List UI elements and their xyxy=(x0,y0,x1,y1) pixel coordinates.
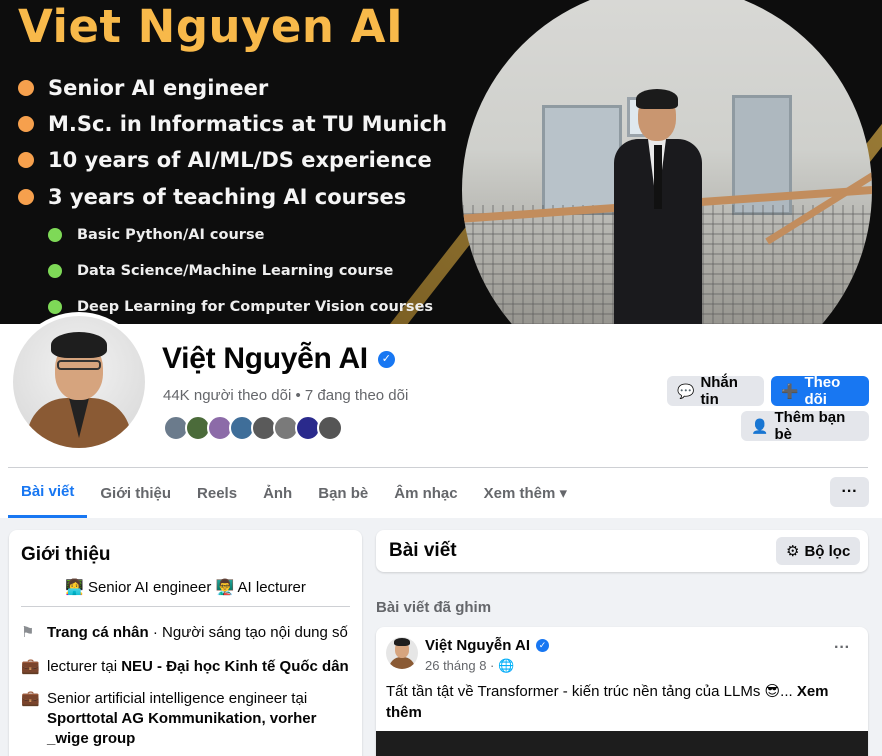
message-button[interactable]: 💬 Nhắn tin xyxy=(667,374,764,408)
bullet-dot-icon xyxy=(48,264,62,278)
post-author: Việt Nguyễn AI ✓ xyxy=(425,637,550,654)
intro-divider xyxy=(21,606,350,607)
intro-row-page: ⚑ Trang cá nhân · Người sáng tạo nội dun… xyxy=(21,624,348,641)
bullet-dot-icon xyxy=(18,80,34,96)
friend-avatar[interactable] xyxy=(317,415,343,441)
follower-count[interactable]: 44K người theo dõi • 7 đang theo dõi xyxy=(163,387,408,404)
posts-title: Bài viết xyxy=(389,540,457,561)
friend-avatars[interactable] xyxy=(163,415,343,441)
profile-name-row: Việt Nguyễn AI ✓ xyxy=(162,342,395,376)
intro-bio: 👩‍💻 Senior AI engineer 👨‍🏫 AI lecturer xyxy=(65,579,306,596)
cover-bullet: 3 years of teaching AI courses xyxy=(18,185,406,209)
post-author-avatar[interactable] xyxy=(386,637,418,669)
tab-about[interactable]: Giới thiệu xyxy=(87,468,184,518)
bullet-dot-icon xyxy=(48,300,62,314)
tab-reels[interactable]: Reels xyxy=(184,468,250,518)
intro-card: Giới thiệu 👩‍💻 Senior AI engineer 👨‍🏫 AI… xyxy=(9,530,362,756)
cover-portrait xyxy=(462,0,872,324)
tab-posts[interactable]: Bài viết xyxy=(8,468,88,518)
pinned-posts-label: Bài viết đã ghim xyxy=(376,599,492,616)
tab-music[interactable]: Âm nhạc xyxy=(381,468,470,518)
flag-icon: ⚑ xyxy=(21,624,35,641)
add-friend-icon: 👤 xyxy=(751,417,769,434)
briefcase-icon: 💼 xyxy=(21,658,40,675)
bullet-dot-icon xyxy=(18,116,34,132)
intro-row-work: 💼 Senior artificial intelligence enginee… xyxy=(21,690,317,747)
intro-title: Giới thiệu xyxy=(21,544,111,565)
tab-friends[interactable]: Bạn bè xyxy=(305,468,381,518)
profile-tabs: Bài viết Giới thiệu Reels Ảnh Bạn bè Âm … xyxy=(8,468,580,518)
briefcase-icon: 💼 xyxy=(21,690,40,707)
post-text: Tất tần tật về Transformer - kiến trúc n… xyxy=(386,683,829,721)
tab-see-more[interactable]: Xem thêm ▾ xyxy=(471,468,580,518)
profile-avatar[interactable] xyxy=(9,312,149,452)
profile-name: Việt Nguyễn AI xyxy=(162,342,368,375)
cover-sub-bullet: Deep Learning for Computer Vision course… xyxy=(48,299,433,315)
messenger-icon: 💬 xyxy=(677,382,695,399)
posts-header-card: Bài viết ⚙ Bộ lọc xyxy=(376,530,868,572)
cover-title: Viet Nguyen AI xyxy=(18,0,404,53)
tab-photos[interactable]: Ảnh xyxy=(250,468,305,518)
verified-badge-icon: ✓ xyxy=(536,639,550,652)
post-date[interactable]: 26 tháng 8 · 🌐 xyxy=(425,658,514,674)
filter-button[interactable]: ⚙ Bộ lọc xyxy=(776,537,861,565)
intro-row-work: 💼 lecturer tại NEU - Đại học Kinh tế Quố… xyxy=(21,658,349,675)
bullet-dot-icon xyxy=(18,152,34,168)
cover-sub-bullet: Basic Python/AI course xyxy=(48,227,264,243)
cover-bullet: M.Sc. in Informatics at TU Munich xyxy=(18,112,447,136)
cover-bullet: 10 years of AI/ML/DS experience xyxy=(18,148,432,172)
add-friend-button[interactable]: 👤 Thêm bạn bè xyxy=(741,409,869,443)
bullet-dot-icon xyxy=(48,228,62,242)
cover-bullet: Senior AI engineer xyxy=(18,76,268,100)
cover-photo[interactable]: Viet Nguyen AI Senior AI engineer M.Sc. … xyxy=(0,0,882,324)
follow-button[interactable]: ➕ Theo dõi xyxy=(771,374,869,408)
filter-icon: ⚙ xyxy=(786,543,800,560)
pinned-post: Việt Nguyễn AI ✓ 26 tháng 8 · 🌐 ··· Tất … xyxy=(376,627,868,756)
person-figure xyxy=(610,89,705,324)
post-options-button[interactable]: ··· xyxy=(834,639,850,657)
bullet-dot-icon xyxy=(18,189,34,205)
follow-plus-icon: ➕ xyxy=(781,382,799,399)
post-image[interactable] xyxy=(376,731,868,756)
verified-badge-icon: ✓ xyxy=(377,350,395,368)
cover-sub-bullet: Data Science/Machine Learning course xyxy=(48,263,393,279)
more-options-button[interactable]: ··· xyxy=(830,477,869,507)
